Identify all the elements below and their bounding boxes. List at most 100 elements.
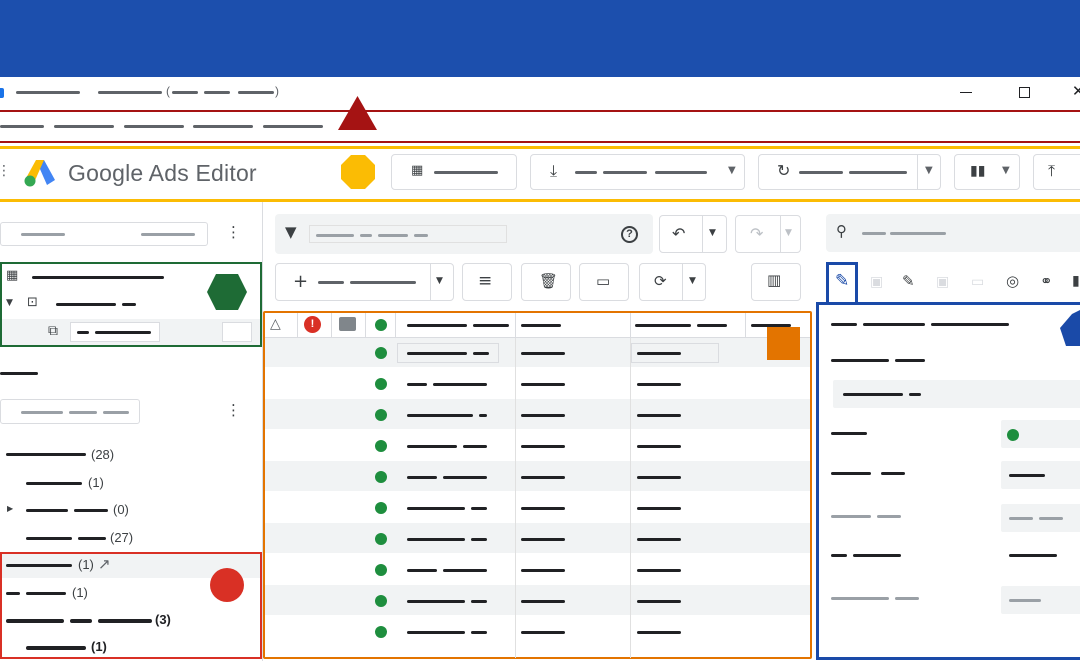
pentagon-marker <box>1060 310 1080 346</box>
chevron-down-icon: ▼ <box>1002 165 1010 176</box>
disabled-field-value <box>1009 599 1041 602</box>
tab-video-icon[interactable]: ▭ <box>971 275 984 289</box>
view-selector-label <box>434 171 498 174</box>
menu-item-view[interactable] <box>124 125 184 128</box>
tree-item-label[interactable] <box>78 537 106 540</box>
tree-item-count: (0) <box>113 502 129 517</box>
get-changes-label-b <box>603 171 647 174</box>
chevron-down-icon[interactable]: ▼ <box>709 229 716 238</box>
minimize-icon[interactable] <box>960 92 972 93</box>
tree-item-count: (28) <box>91 447 115 462</box>
grid-icon: ▦ <box>411 163 424 178</box>
tab-edit-selected[interactable]: ✎ <box>826 262 858 304</box>
refresh-button[interactable]: ↻ ▼ <box>758 154 941 190</box>
table-row[interactable] <box>265 399 810 430</box>
table-row[interactable] <box>265 523 810 554</box>
column-header[interactable] <box>697 324 727 327</box>
table-row[interactable] <box>265 616 810 647</box>
table-row[interactable] <box>265 338 810 368</box>
table-cell <box>637 414 681 417</box>
status-field[interactable] <box>1001 420 1080 448</box>
tab-more-icon[interactable]: ▮ <box>1072 274 1080 288</box>
close-icon[interactable]: ✕ <box>1072 84 1080 99</box>
column-divider <box>395 313 396 338</box>
table-row[interactable] <box>265 461 810 492</box>
tree-item-label[interactable] <box>26 482 82 485</box>
chevron-down-icon[interactable]: ▼ <box>436 277 443 286</box>
get-changes-button[interactable]: ⤓ ▼ <box>530 154 745 190</box>
menu-item-file[interactable] <box>0 125 44 128</box>
type-field[interactable] <box>1001 461 1080 489</box>
make-multiple-changes-button[interactable]: ≡ <box>462 263 512 301</box>
status-icon <box>1007 429 1019 441</box>
account-search[interactable] <box>0 222 208 246</box>
table-cell <box>521 383 565 386</box>
table-row[interactable] <box>265 554 810 585</box>
table-row[interactable] <box>265 492 810 523</box>
menu-item-help[interactable] <box>263 125 323 128</box>
tree-item-count: (27) <box>110 530 134 545</box>
statistics-button[interactable]: ▮▮ ▼ <box>954 154 1020 190</box>
field-heading-a <box>831 323 857 326</box>
help-icon[interactable]: ? <box>621 226 638 243</box>
column-header[interactable] <box>635 324 691 327</box>
table-cell <box>443 476 487 479</box>
filter-input[interactable] <box>309 225 507 243</box>
menu-item-edit[interactable] <box>54 125 114 128</box>
disabled-field-value-b <box>1039 517 1063 520</box>
undo-button[interactable]: ↶ ▼ <box>659 215 727 253</box>
caret-right-icon[interactable]: ▶ <box>7 505 13 513</box>
name-field[interactable] <box>833 380 1080 408</box>
filter-text-d <box>414 234 428 237</box>
maximize-icon[interactable] <box>1019 87 1030 98</box>
trash-icon: 🗑︎ <box>539 272 559 290</box>
chevron-down-icon[interactable]: ▼ <box>925 166 933 176</box>
circle-marker <box>210 568 244 602</box>
menu-item-account[interactable] <box>193 125 253 128</box>
type-search[interactable] <box>0 399 140 424</box>
menu-icon[interactable]: ⋮ <box>0 164 11 178</box>
table-row[interactable] <box>265 368 810 399</box>
column-header[interactable] <box>407 324 467 327</box>
columns-button[interactable]: ▥ <box>751 263 801 301</box>
tab-target-icon[interactable]: ◎ <box>1006 274 1019 289</box>
status-icon[interactable] <box>375 319 387 331</box>
app-small-icon <box>0 88 4 98</box>
refresh-icon: ↻ <box>777 161 791 180</box>
edit-panel-search[interactable]: ⚲ ⋮ <box>826 214 1080 252</box>
more-options-icon[interactable]: ⋮ <box>226 225 241 240</box>
column-divider <box>331 313 332 338</box>
tab-image-icon[interactable]: ▣ <box>870 275 883 289</box>
redo-button[interactable]: ↷ ▼ <box>735 215 801 253</box>
add-button[interactable]: + ▼ <box>275 263 454 301</box>
octagon-marker <box>341 155 375 189</box>
table-row[interactable] <box>265 430 810 461</box>
warning-icon[interactable]: △ <box>270 317 281 331</box>
chevron-down-icon[interactable]: ▼ <box>689 277 696 286</box>
tab-disabled-icon[interactable]: ▣ <box>936 275 949 289</box>
video-button[interactable]: ▭ <box>579 263 629 301</box>
tree-item-label[interactable] <box>6 453 86 456</box>
search-icon: ⚲ <box>836 222 847 240</box>
error-icon[interactable]: ! <box>304 316 321 333</box>
field-label <box>881 472 905 475</box>
table-cell <box>521 631 565 634</box>
comment-icon[interactable] <box>339 317 356 331</box>
tab-link-icon[interactable]: ⚭ <box>1040 274 1053 289</box>
status-icon <box>375 440 387 452</box>
column-header[interactable] <box>521 324 561 327</box>
tab-magic-icon[interactable]: ✎ <box>902 274 915 289</box>
chevron-down-icon[interactable]: ▼ <box>785 229 792 238</box>
view-selector-button[interactable]: ▦ <box>391 154 517 190</box>
replace-button[interactable]: ⟳ ▼ <box>639 263 706 301</box>
table-row[interactable] <box>265 585 810 616</box>
chevron-down-icon[interactable]: ▼ <box>728 166 736 176</box>
delete-button[interactable]: 🗑︎ <box>521 263 571 301</box>
post-button[interactable]: ⤒ <box>1033 154 1080 190</box>
tree-item-label[interactable] <box>26 509 68 512</box>
more-options-icon[interactable]: ⋮ <box>226 403 241 418</box>
column-header[interactable] <box>473 324 509 327</box>
tree-item-label[interactable] <box>26 537 72 540</box>
tree-item-label[interactable] <box>74 509 108 512</box>
filter-bar[interactable]: ▼ ? <box>275 214 653 254</box>
